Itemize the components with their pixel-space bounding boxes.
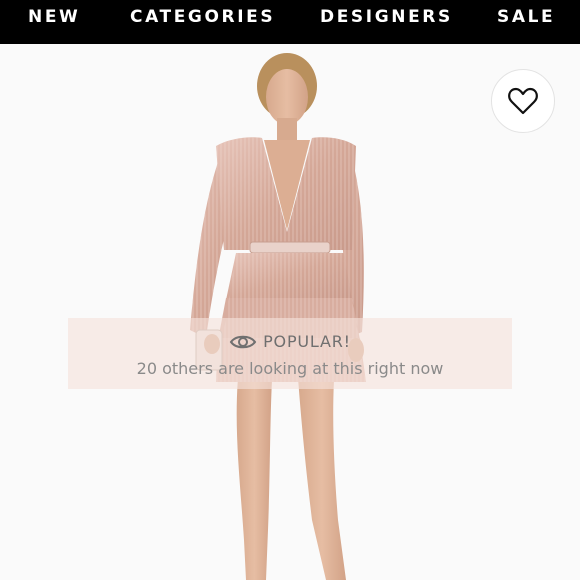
nav-sale-link[interactable]: SALE — [497, 8, 555, 26]
nav-designers-link[interactable]: DESIGNERS — [320, 8, 453, 26]
top-navigation: NEW CATEGORIES DESIGNERS SALE — [0, 0, 580, 44]
product-photo-illustration — [190, 53, 366, 580]
popular-title: POPULAR! — [263, 332, 351, 351]
nav-categories-link[interactable]: CATEGORIES — [130, 8, 275, 26]
popular-heading: POPULAR! — [68, 332, 512, 351]
eye-icon — [229, 335, 257, 348]
popular-message: 20 others are looking at this right now — [136, 359, 444, 378]
nav-new-link[interactable]: NEW — [28, 8, 80, 26]
heart-icon — [508, 87, 538, 115]
product-image[interactable] — [0, 44, 580, 580]
wishlist-button[interactable] — [491, 69, 555, 133]
popular-banner: POPULAR! 20 others are looking at this r… — [68, 318, 512, 389]
